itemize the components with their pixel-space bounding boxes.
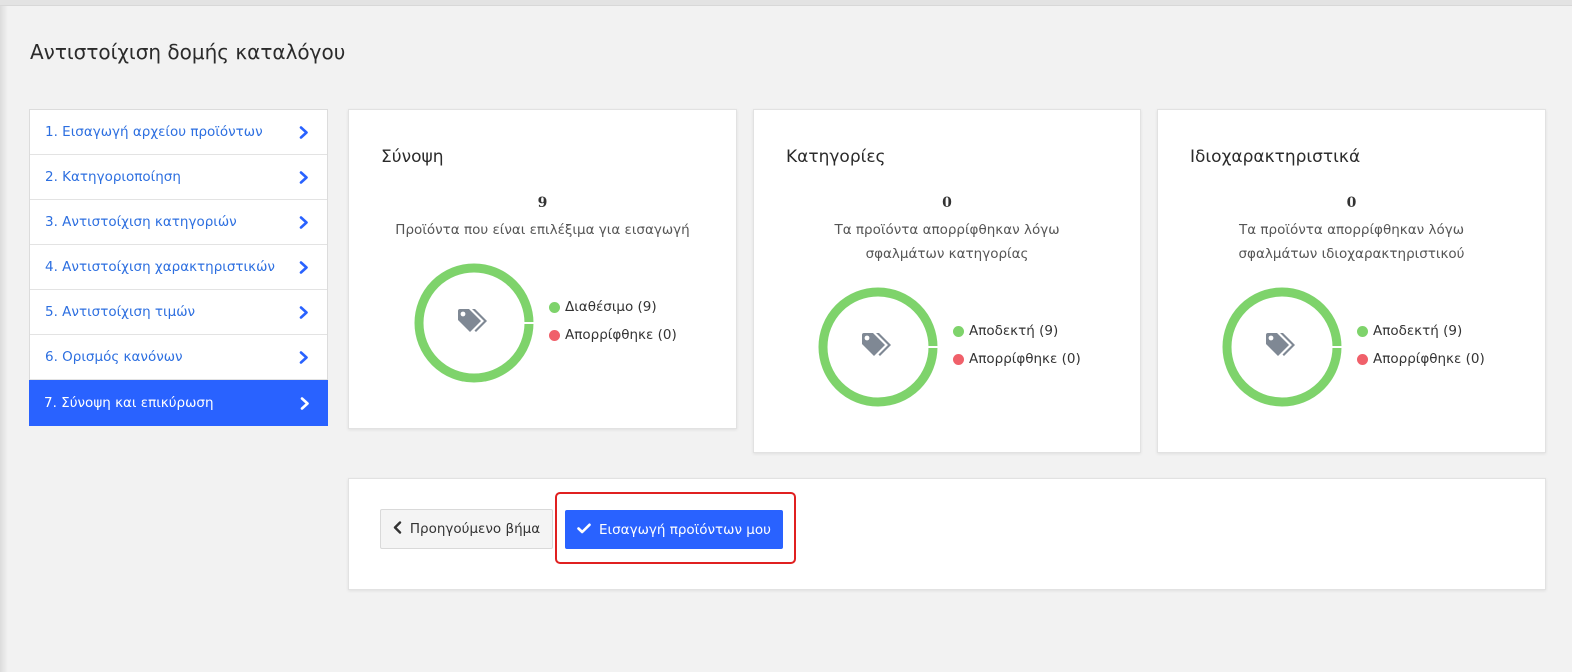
chevron-right-icon [297,215,311,229]
chevron-right-icon [298,396,312,410]
donut-chart [818,287,938,407]
legend-item-accepted: Αποδεκτή (9) [1357,317,1485,345]
green-dot-icon [953,325,964,337]
step-item-1[interactable]: 1. Εισαγωγή αρχείου προϊόντων [30,110,327,155]
card-count: 9 [537,195,548,211]
left-edge-shadow [0,6,8,672]
summary-card: Σύνοψη 9 Προϊόντα που είναι επιλέξιμα γι… [348,109,737,429]
donut-legend: Διαθέσιμο (9) Απορρίφθηκε (0) [549,293,677,349]
previous-step-button[interactable]: Προηγούμενο βήμα [380,509,553,549]
donut-legend: Αποδεκτή (9) Απορρίφθηκε (0) [953,317,1081,373]
chevron-left-icon [393,520,402,538]
step-item-2[interactable]: 2. Κατηγοριοποίηση [30,155,327,200]
legend-label: Αποδεκτή (9) [969,323,1059,339]
legend-item-rejected: Απορρίφθηκε (0) [549,321,677,349]
page-title: Αντιστοίχιση δομής καταλόγου [30,40,346,64]
step-item-5[interactable]: 5. Αντιστοίχιση τιμών [30,290,327,335]
green-dot-icon [549,301,560,313]
step-label: 1. Εισαγωγή αρχείου προϊόντων [45,124,263,140]
chevron-right-icon [297,125,311,139]
legend-item-rejected: Απορρίφθηκε (0) [1357,345,1485,373]
card-title: Κατηγορίες [786,147,886,167]
step-item-7-active[interactable]: 7. Σύνοψη και επικύρωση [29,380,328,426]
import-products-label: Εισαγωγή προϊόντων μου [599,521,771,538]
donut-chart [414,263,534,383]
chevron-right-icon [297,260,311,274]
wizard-steps: 1. Εισαγωγή αρχείου προϊόντων 2. Κατηγορ… [29,109,328,426]
step-label: 4. Αντιστοίχιση χαρακτηριστικών [45,259,275,275]
import-products-button[interactable]: Εισαγωγή προϊόντων μου [565,510,783,549]
legend-label: Απορρίφθηκε (0) [969,351,1081,367]
card-description: Τα προϊόντα απορρίφθηκαν λόγω σφαλμάτων … [834,222,1060,262]
card-count: 0 [942,195,952,211]
step-item-6[interactable]: 6. Ορισμός κανόνων [30,335,327,380]
card-description: Προϊόντα που είναι επιλέξιμα για εισαγωγ… [395,222,690,238]
previous-step-label: Προηγούμενο βήμα [409,521,541,537]
card-description: Τα προϊόντα απορρίφθηκαν λόγω σφαλμάτων … [1238,222,1465,262]
legend-label: Απορρίφθηκε (0) [565,327,677,343]
step-label: 2. Κατηγοριοποίηση [45,169,181,185]
step-item-4[interactable]: 4. Αντιστοίχιση χαρακτηριστικών [30,245,327,290]
legend-item-accepted: Διαθέσιμο (9) [549,293,677,321]
tags-icon [456,307,490,339]
categories-card: Κατηγορίες 0 Τα προϊόντα απορρίφθηκαν λό… [753,109,1141,453]
green-dot-icon [1357,325,1368,337]
chevron-right-icon [297,305,311,319]
card-title: Ιδιοχαρακτηριστικά [1190,147,1361,167]
legend-item-accepted: Αποδεκτή (9) [953,317,1081,345]
legend-label: Αποδεκτή (9) [1373,323,1463,339]
check-icon [577,522,591,538]
donut-legend: Αποδεκτή (9) Απορρίφθηκε (0) [1357,317,1485,373]
card-count: 0 [1346,195,1357,211]
chevron-right-icon [297,170,311,184]
tags-icon [860,331,894,363]
donut-chart [1222,287,1342,407]
legend-label: Διαθέσιμο (9) [565,299,657,315]
card-title: Σύνοψη [381,147,444,167]
step-label: 3. Αντιστοίχιση κατηγοριών [45,214,237,230]
red-dot-icon [549,329,560,341]
legend-item-rejected: Απορρίφθηκε (0) [953,345,1081,373]
red-dot-icon [953,353,964,365]
tags-icon [1264,331,1298,363]
step-label: 7. Σύνοψη και επικύρωση [44,395,214,411]
red-dot-icon [1357,353,1368,365]
step-label: 5. Αντιστοίχιση τιμών [45,304,196,320]
legend-label: Απορρίφθηκε (0) [1373,351,1485,367]
top-strip [0,0,1572,6]
step-label: 6. Ορισμός κανόνων [45,349,183,365]
step-item-3[interactable]: 3. Αντιστοίχιση κατηγοριών [30,200,327,245]
attributes-card: Ιδιοχαρακτηριστικά 0 Τα προϊόντα απορρίφ… [1157,109,1546,453]
chevron-right-icon [297,350,311,364]
